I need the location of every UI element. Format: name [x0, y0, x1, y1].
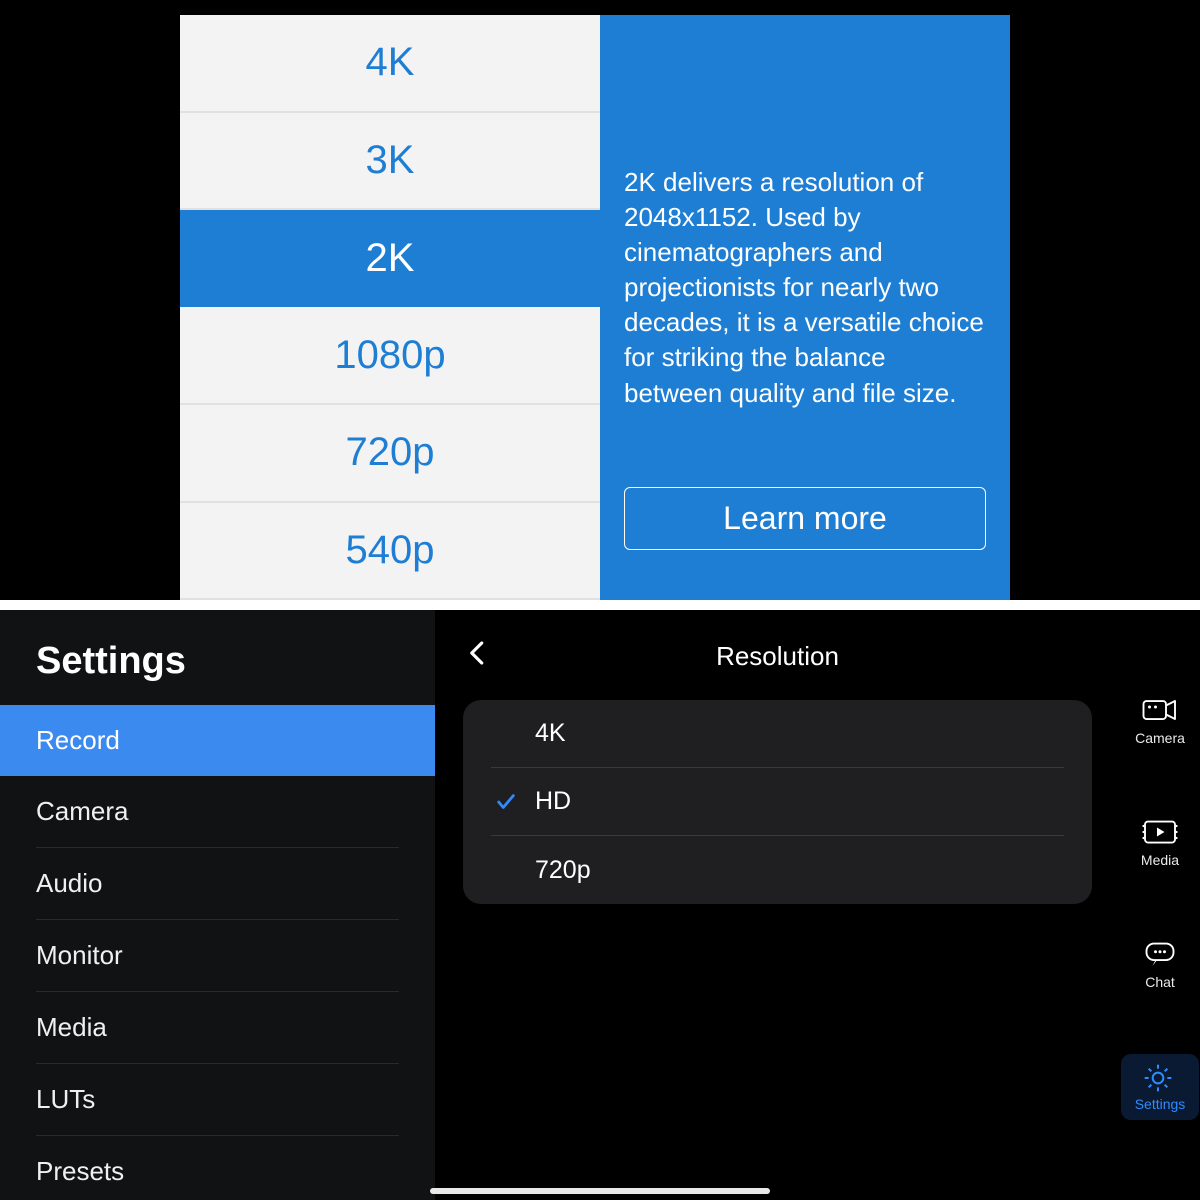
resolution-description: 2K delivers a resolution of 2048x1152. U… — [624, 165, 986, 411]
divider — [0, 600, 1200, 610]
rail-label: Settings — [1135, 1096, 1186, 1112]
sidebar-item-luts[interactable]: LUTs — [36, 1064, 399, 1136]
home-indicator — [430, 1188, 770, 1194]
learn-more-button[interactable]: Learn more — [624, 487, 986, 550]
option-label: 720p — [535, 856, 591, 885]
settings-detail: Resolution 4K HD 720p — [435, 610, 1120, 1200]
resolution-option[interactable]: 4K — [180, 15, 600, 113]
sidebar-item-presets[interactable]: Presets — [36, 1136, 399, 1200]
back-icon[interactable] — [463, 638, 499, 674]
resolution-option[interactable]: 1080p — [180, 307, 600, 405]
right-rail: Camera Media Chat Settings — [1120, 610, 1200, 1200]
rail-item-camera[interactable]: Camera — [1121, 688, 1199, 754]
resolution-option[interactable]: 3K — [180, 113, 600, 211]
resolution-option[interactable]: 540p — [180, 503, 600, 601]
media-icon — [1142, 818, 1178, 846]
rail-label: Chat — [1145, 974, 1175, 990]
sidebar-item-media[interactable]: Media — [36, 992, 399, 1064]
rail-label: Media — [1141, 852, 1179, 868]
settings-sidebar: Settings RecordCameraAudioMonitorMediaLU… — [0, 610, 435, 1200]
sidebar-item-record[interactable]: Record — [0, 705, 435, 776]
settings-title: Settings — [0, 622, 435, 705]
sidebar-item-monitor[interactable]: Monitor — [36, 920, 399, 992]
rail-item-settings[interactable]: Settings — [1121, 1054, 1199, 1120]
detail-title: Resolution — [716, 641, 839, 672]
resolution-option-row[interactable]: 720p — [491, 836, 1064, 904]
chat-icon — [1142, 940, 1178, 968]
rail-item-chat[interactable]: Chat — [1121, 932, 1199, 998]
sidebar-item-audio[interactable]: Audio — [36, 848, 399, 920]
checkmark-icon — [491, 791, 521, 813]
resolution-option-row[interactable]: 4K — [491, 700, 1064, 768]
sidebar-item-camera[interactable]: Camera — [36, 776, 399, 848]
resolution-option-card: 4K HD 720p — [463, 700, 1092, 904]
rail-item-media[interactable]: Media — [1121, 810, 1199, 876]
resolution-option-row[interactable]: HD — [491, 768, 1064, 836]
option-label: HD — [535, 787, 571, 816]
resolution-option[interactable]: 2K — [180, 210, 600, 307]
resolution-option[interactable]: 720p — [180, 405, 600, 503]
resolution-list: 4K3K2K1080p720p540p — [180, 15, 600, 600]
rail-label: Camera — [1135, 730, 1185, 746]
resolution-info-panel: 2K delivers a resolution of 2048x1152. U… — [600, 15, 1010, 600]
camera-icon — [1142, 696, 1178, 724]
resolution-picker-panel: 4K3K2K1080p720p540p 2K delivers a resolu… — [0, 0, 1200, 600]
settings-screen: Settings RecordCameraAudioMonitorMediaLU… — [0, 610, 1200, 1200]
option-label: 4K — [535, 719, 566, 748]
settings-icon — [1142, 1062, 1178, 1090]
